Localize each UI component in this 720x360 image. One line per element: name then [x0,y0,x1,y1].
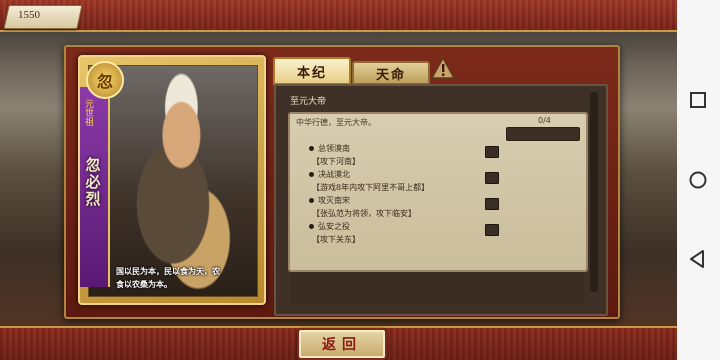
rank-badge-glyph: 忽 [96,72,113,91]
objective-title: 弘安之役 [318,222,350,231]
top-banner [0,0,677,32]
hero-quote-line-2: 食以农桑为本。 [116,279,172,289]
objective-title: 攻灭南宋 [318,196,350,205]
objective-hint: 【攻下河南】 [312,157,360,166]
content-header: 至元大帝 [290,97,327,107]
hero-name: 忽必烈 [83,156,102,208]
warning-icon[interactable] [431,57,455,79]
score-plate [3,5,83,29]
back-button-label: 返回 [322,337,362,353]
back-button[interactable]: 返回 [297,328,387,360]
progress-label: 0/4 [538,116,551,125]
rank-badge-icon: 忽 [86,61,124,99]
circle-icon[interactable] [687,169,709,191]
objective-bullet [309,198,314,203]
game-screen: 1550 忽 元世祖 忽必烈 国以民为本，民以食为天，农 食以农桑为本。 本纪 … [0,0,677,360]
hero-quote: 国以民为本，民以食为天，农 食以农桑为本。 [116,265,250,291]
hero-title: 元世祖 [83,99,93,126]
objective-checkbox[interactable] [485,224,499,236]
quest-description: 中华行德，至元大帝。 [296,118,376,127]
objective-title: 总领漠南 [318,144,350,153]
tab-tianming[interactable]: 天命 [352,61,430,85]
objective-hint: 【张弘范为将领，攻下临安】 [312,209,416,218]
objective-title: 决战漠北 [318,170,350,179]
hero-portrait-card: 忽 元世祖 忽必烈 国以民为本，民以食为天，农 食以农桑为本。 [78,55,266,305]
lower-frame [290,272,584,304]
score-value: 1550 [18,9,40,21]
objective-hint: 【攻下关东】 [312,235,360,244]
objective-checkbox[interactable] [485,172,499,184]
objective-checkbox[interactable] [485,146,499,158]
tab-benji[interactable]: 本纪 [273,57,351,85]
android-nav-bar [677,0,720,360]
square-icon[interactable] [687,89,709,111]
objective-hint: 【游戏8年内攻下阿里不哥上都】 [312,183,430,192]
objective-checkbox[interactable] [485,198,499,210]
hero-quote-line-1: 国以民为本，民以食为天，农 [116,266,220,276]
progress-bar [506,127,580,141]
hero-name-box: 忽必烈 [82,127,104,237]
objective-bullet [309,224,314,229]
tab-benji-label: 本纪 [296,65,327,81]
hero-portrait-image [88,65,258,297]
objective-bullet [309,146,314,151]
tab-tianming-label: 天命 [375,67,406,83]
triangle-back-icon[interactable] [687,248,709,270]
objective-bullet [309,172,314,177]
content-scrollbar[interactable] [590,92,598,292]
